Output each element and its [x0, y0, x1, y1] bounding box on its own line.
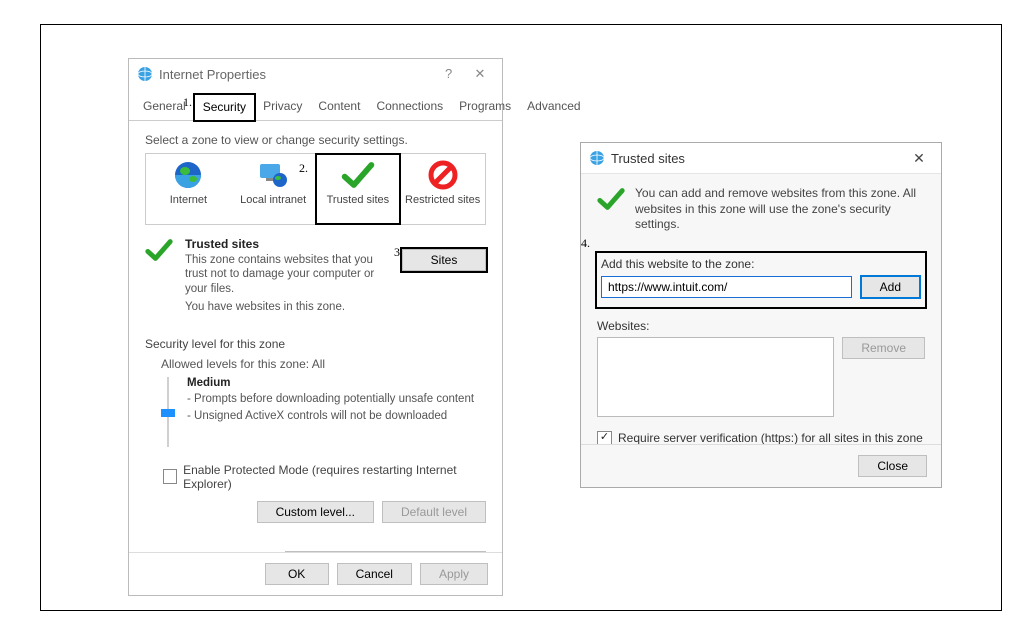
zone-label-local: Local intranet: [231, 194, 316, 206]
add-website-label: Add this website to the zone:: [601, 257, 921, 271]
remove-button[interactable]: Remove: [842, 337, 925, 359]
zone-label-internet: Internet: [146, 194, 231, 206]
forbidden-icon: [400, 158, 485, 192]
internet-icon: [589, 150, 605, 166]
annotation-4: 4.: [581, 236, 590, 251]
tab-strip: General Security Privacy Content Connect…: [129, 93, 502, 121]
help-button[interactable]: ?: [435, 66, 463, 81]
websites-label: Websites:: [597, 319, 925, 333]
zone-label-restricted: Restricted sites: [400, 194, 485, 206]
security-tab-body: Select a zone to view or change security…: [129, 121, 502, 585]
close-button[interactable]: ✕: [466, 66, 494, 82]
sites-button[interactable]: Sites: [402, 249, 486, 271]
trusted-sites-titlebar: Trusted sites ✕: [581, 143, 941, 174]
zone-label: Select a zone to view or change security…: [145, 133, 486, 147]
zone-trusted-sites[interactable]: Trusted sites: [316, 154, 401, 224]
protected-mode-row: Enable Protected Mode (requires restarti…: [163, 463, 486, 491]
checkmark-icon: [597, 186, 625, 233]
security-level-section: Security level for this zone Allowed lev…: [145, 337, 486, 447]
dialog-title: Internet Properties: [159, 67, 435, 82]
trusted-intro-text: You can add and remove websites from thi…: [635, 186, 925, 233]
security-level-bullet2: - Unsigned ActiveX controls will not be …: [187, 409, 486, 423]
security-level-name: Medium: [187, 377, 486, 389]
website-input[interactable]: [601, 276, 852, 298]
protected-mode-label: Enable Protected Mode (requires restarti…: [183, 463, 486, 491]
default-level-button[interactable]: Default level: [382, 501, 486, 523]
tab-connections[interactable]: Connections: [368, 94, 451, 121]
zone-label-trusted: Trusted sites: [316, 194, 401, 206]
custom-level-button[interactable]: Custom level...: [257, 501, 374, 523]
zone-desc-line1: This zone contains websites that you tru…: [185, 253, 375, 296]
zone-restricted-sites[interactable]: Restricted sites: [400, 154, 485, 224]
security-level-bullet1: - Prompts before downloading potentially…: [187, 392, 486, 406]
zone-local-intranet[interactable]: Local intranet: [231, 154, 316, 224]
internet-properties-titlebar: Internet Properties ? ✕: [129, 59, 502, 89]
protected-mode-checkbox[interactable]: [163, 469, 177, 484]
internet-properties-footer: OK Cancel Apply: [129, 552, 502, 595]
internet-properties-dialog: Internet Properties ? ✕ 1. General Secur…: [128, 58, 503, 596]
close-button[interactable]: Close: [858, 455, 927, 477]
slider-thumb[interactable]: [161, 409, 175, 417]
websites-listbox[interactable]: [597, 337, 834, 417]
checkmark-icon: [145, 237, 175, 319]
add-button[interactable]: Add: [860, 275, 921, 299]
tab-advanced[interactable]: Advanced: [519, 94, 588, 121]
checkmark-icon: [316, 158, 401, 192]
allowed-levels: Allowed levels for this zone: All: [161, 357, 486, 371]
tab-programs[interactable]: Programs: [451, 94, 519, 121]
zone-selector: Internet Local intranet Trusted sites Re…: [145, 153, 486, 225]
trusted-sites-footer: Close: [581, 444, 941, 487]
trusted-dialog-title: Trusted sites: [611, 151, 905, 166]
globe-icon: [146, 158, 231, 192]
tab-security[interactable]: Security: [194, 94, 255, 121]
security-level-header: Security level for this zone: [145, 337, 486, 351]
security-level-slider[interactable]: [161, 377, 175, 447]
monitor-icon: [231, 158, 316, 192]
close-button[interactable]: ✕: [905, 150, 933, 167]
cancel-button[interactable]: Cancel: [337, 563, 412, 585]
tab-general[interactable]: General: [135, 94, 194, 121]
internet-icon: [137, 66, 153, 82]
add-website-block: Add this website to the zone: Add: [597, 253, 925, 307]
zone-internet[interactable]: Internet: [146, 154, 231, 224]
trusted-sites-dialog: Trusted sites ✕ You can add and remove w…: [580, 142, 942, 488]
tab-content[interactable]: Content: [310, 94, 368, 121]
zone-desc-line2: You have websites in this zone.: [185, 300, 486, 314]
tab-privacy[interactable]: Privacy: [255, 94, 310, 121]
ok-button[interactable]: OK: [265, 563, 329, 585]
apply-button[interactable]: Apply: [420, 563, 488, 585]
